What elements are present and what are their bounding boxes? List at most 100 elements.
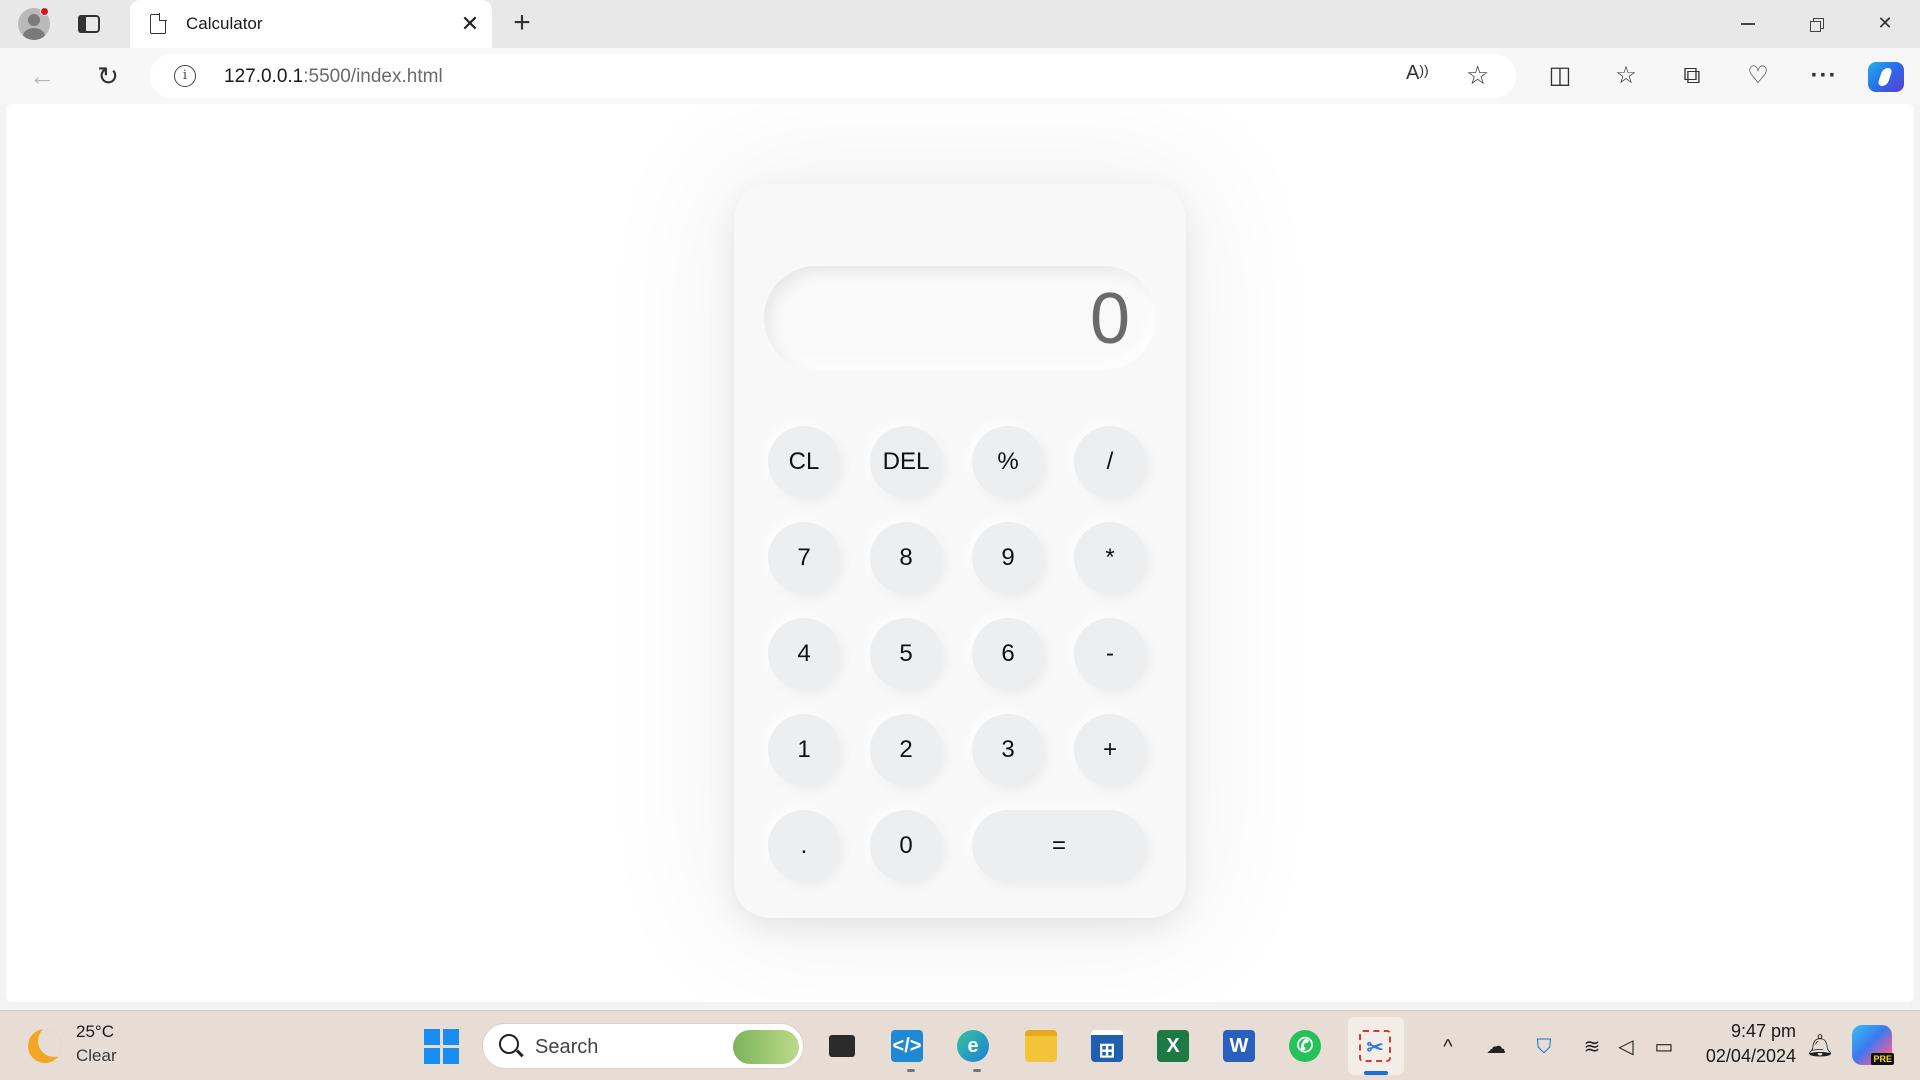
start-tile: [424, 1029, 440, 1045]
moon-weather-icon[interactable]: [28, 1029, 62, 1063]
reload-icon[interactable]: ↻: [90, 60, 126, 92]
add-favorite-star-icon[interactable]: ☆: [1466, 60, 1489, 91]
vscode-running-indicator: [907, 1069, 915, 1072]
security-shield-icon[interactable]: ⛉: [1530, 1033, 1558, 1061]
wifi-icon[interactable]: ≋: [1578, 1033, 1606, 1061]
chevron-up-icon[interactable]: ^: [1434, 1033, 1462, 1061]
file-explorer-icon[interactable]: [1018, 1023, 1064, 1069]
word-icon[interactable]: W: [1216, 1023, 1262, 1069]
copilot-icon[interactable]: [1868, 62, 1904, 92]
restore-icon-front: [1810, 21, 1821, 32]
minimize-button[interactable]: [1714, 0, 1780, 48]
battery-icon[interactable]: ▭: [1650, 1033, 1678, 1061]
clear-key[interactable]: CL: [768, 426, 840, 498]
close-window-button[interactable]: ✕: [1852, 0, 1918, 48]
clock-time[interactable]: 9:47 pm: [1700, 1021, 1796, 1042]
tab-calculator[interactable]: Calculator ✕: [130, 0, 492, 48]
zero-key[interactable]: 0: [870, 810, 942, 882]
address-bar[interactable]: i 127.0.0.1:5500/index.html A)) ☆: [150, 54, 1516, 98]
excel-glyph: X: [1157, 1030, 1189, 1062]
browser-toolbar: ← ↻ i 127.0.0.1:5500/index.html A)) ☆ ◫ …: [0, 48, 1920, 104]
task-view-icon[interactable]: [818, 1023, 864, 1069]
search-icon: [499, 1034, 519, 1054]
excel-icon[interactable]: X: [1150, 1023, 1196, 1069]
weather-description[interactable]: Clear: [76, 1046, 117, 1066]
nine-key[interactable]: 9: [972, 522, 1044, 594]
microsoft-store-icon[interactable]: ⊞: [1084, 1023, 1130, 1069]
site-info-icon[interactable]: i: [174, 65, 196, 87]
snipping-tool-active-indicator: [1364, 1071, 1388, 1075]
tab-title: Calculator: [186, 14, 263, 33]
new-tab-button[interactable]: +: [506, 8, 538, 40]
taskbar-search[interactable]: Search: [482, 1023, 804, 1069]
url-path: :5500/index.html: [303, 66, 443, 87]
copilot-badge: PRE: [1871, 1053, 1894, 1065]
browser-essentials-icon[interactable]: ♡: [1740, 60, 1776, 92]
onedrive-cloud-icon[interactable]: ☁: [1482, 1033, 1510, 1061]
back-icon[interactable]: ←: [24, 60, 60, 92]
file-explorer-glyph: [1025, 1030, 1057, 1062]
decimal-key[interactable]: .: [768, 810, 840, 882]
tab-bar: Calculator ✕ + ✕: [0, 0, 1920, 48]
edge-running-indicator: [973, 1069, 981, 1072]
snipping-glyph: ✂: [1359, 1030, 1391, 1062]
volume-icon[interactable]: ◁: [1612, 1033, 1640, 1061]
split-screen-icon[interactable]: ◫: [1542, 60, 1578, 92]
page-icon: [150, 13, 167, 34]
url-text[interactable]: 127.0.0.1:5500/index.html: [224, 66, 443, 88]
store-glyph: ⊞: [1091, 1030, 1123, 1062]
windows-start-icon[interactable]: [424, 1029, 460, 1065]
start-tile: [443, 1029, 459, 1045]
notification-bell-icon[interactable]: 🔔︎: [1806, 1033, 1834, 1059]
calculator: 0 CL DEL% / 7 8 9 * 4 5 6- 1 2 3 +. 0 =: [734, 184, 1186, 918]
favorites-icon[interactable]: ☆: [1608, 60, 1644, 92]
tab-actions-bar: [78, 15, 86, 33]
clock-date[interactable]: 02/04/2024: [1690, 1046, 1796, 1067]
equals-key[interactable]: =: [972, 810, 1146, 882]
snipping-tool-icon[interactable]: ✂: [1352, 1023, 1398, 1069]
word-glyph: W: [1223, 1030, 1255, 1062]
vscode-glyph: </>: [891, 1030, 923, 1062]
start-tile: [424, 1048, 440, 1064]
keypad: CL DEL% / 7 8 9 * 4 5 6- 1 2 3 +. 0 =: [734, 184, 1186, 918]
tab-actions-icon[interactable]: [76, 12, 102, 36]
collections-icon[interactable]: ⧉: [1674, 60, 1710, 92]
start-tile: [443, 1048, 459, 1064]
eight-key[interactable]: 8: [870, 522, 942, 594]
percent-key[interactable]: %: [972, 426, 1044, 498]
four-key[interactable]: 4: [768, 618, 840, 690]
three-key[interactable]: 3: [972, 714, 1044, 786]
five-key[interactable]: 5: [870, 618, 942, 690]
restore-button[interactable]: [1784, 0, 1850, 48]
avatar-body-shape: [23, 28, 45, 40]
two-key[interactable]: 2: [870, 714, 942, 786]
edge-glyph: e: [957, 1030, 989, 1062]
delete-key[interactable]: DEL: [870, 426, 942, 498]
more-options-icon[interactable]: ···: [1806, 60, 1842, 92]
url-host: 127.0.0.1: [224, 66, 304, 87]
whatsapp-icon[interactable]: ✆: [1282, 1023, 1328, 1069]
task-view-glyph: [829, 1035, 855, 1057]
read-aloud-icon[interactable]: A)): [1406, 62, 1429, 85]
avatar-head-shape: [28, 14, 40, 26]
taskbar: 25°C Clear Search </> e ⊞ X W ✆ ✂ ^ ☁ ⛉ …: [0, 1010, 1920, 1080]
one-key[interactable]: 1: [768, 714, 840, 786]
copilot-tray-icon[interactable]: PRE: [1852, 1025, 1894, 1065]
add-key[interactable]: +: [1074, 714, 1146, 786]
multiply-key[interactable]: *: [1074, 522, 1146, 594]
whatsapp-glyph: ✆: [1289, 1030, 1321, 1062]
close-tab-icon[interactable]: ✕: [456, 10, 484, 38]
six-key[interactable]: 6: [972, 618, 1044, 690]
browser-window: Calculator ✕ + ✕ ← ↻ i 127.0.0.1:5500/in…: [0, 0, 1920, 1080]
search-highlight-image: [733, 1030, 799, 1064]
divide-key[interactable]: /: [1074, 426, 1146, 498]
profile-notification-dot: [40, 7, 49, 16]
edge-icon[interactable]: e: [950, 1023, 996, 1069]
minimize-icon: [1741, 23, 1755, 25]
vscode-icon[interactable]: </>: [884, 1023, 930, 1069]
weather-temperature[interactable]: 25°C: [76, 1022, 114, 1042]
search-placeholder: Search: [535, 1036, 599, 1058]
seven-key[interactable]: 7: [768, 522, 840, 594]
subtract-key[interactable]: -: [1074, 618, 1146, 690]
page-viewport: 0 CL DEL% / 7 8 9 * 4 5 6- 1 2 3 +. 0 =: [6, 104, 1914, 1002]
